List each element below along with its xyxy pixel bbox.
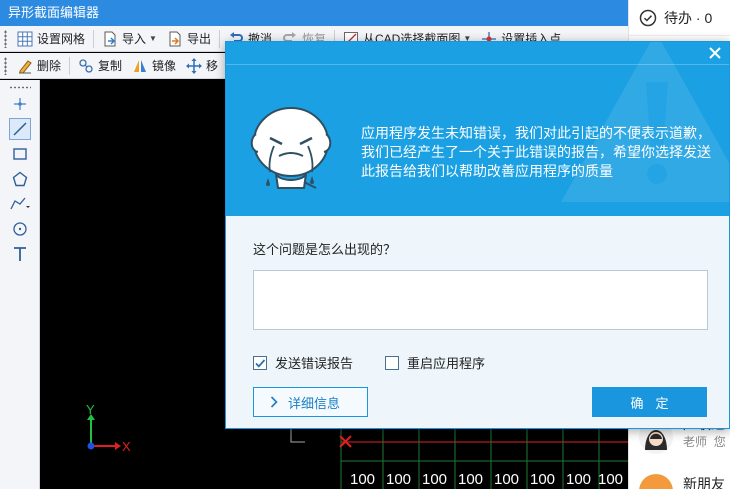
circle-tool-button[interactable] [9, 218, 31, 240]
copy-button[interactable]: 复制 [73, 55, 127, 77]
mirror-icon [132, 58, 148, 74]
ruler-labels: 100 100 100 100 100 100 100 100 [350, 471, 623, 488]
checkbox-box[interactable] [385, 355, 399, 370]
toolbar-separator [93, 29, 95, 48]
delete-icon [17, 58, 33, 74]
point-tool-button[interactable] [9, 93, 31, 115]
ruler-label: 100 [530, 471, 555, 488]
polyline-tool-button[interactable] [9, 193, 31, 215]
error-message: 应用程序发生未知错误，我们对此引起的不便表示道歉，我们已经产生了一个关于此错误的… [361, 125, 711, 179]
grid-settings-label: 设置网格 [37, 32, 86, 46]
import-icon [102, 31, 118, 47]
toolbar-grip[interactable] [4, 29, 7, 48]
mirror-button[interactable]: 镜像 [127, 55, 181, 77]
export-icon [167, 31, 183, 47]
move-button[interactable]: 移 [181, 55, 223, 77]
export-button[interactable]: 导出 [162, 28, 216, 50]
toolbar-separator [69, 56, 71, 75]
ok-button[interactable]: 确定 [592, 387, 707, 417]
ruler-label: 100 [386, 471, 411, 488]
contact-subtitle: 老师 您 [683, 433, 726, 450]
line-tool-icon [13, 122, 27, 136]
point-tool-icon [14, 98, 26, 110]
move-icon [186, 57, 203, 74]
check-circle-icon [639, 9, 657, 26]
polygon-tool-icon [12, 171, 28, 187]
axis-x-label: X [122, 439, 131, 454]
ruler-label: 100 [458, 471, 483, 488]
rect-tool-icon [13, 148, 27, 160]
contact-preview: 您 [713, 434, 726, 449]
contact-item[interactable]: 新朋友 [639, 474, 725, 489]
copy-label: 复制 [98, 59, 123, 73]
checkbox-box[interactable] [253, 355, 267, 370]
toolbar-separator [218, 29, 220, 48]
problem-description-input[interactable] [253, 270, 708, 330]
text-tool-icon [14, 247, 26, 261]
contact-role: 老师 [683, 434, 708, 449]
ruler-label: 100 [350, 471, 375, 488]
dialog-header: 应用程序发生未知错误，我们对此引起的不便表示道歉，我们已经产生了一个关于此错误的… [226, 42, 729, 216]
crying-mascot-icon [250, 107, 332, 189]
import-label: 导入 [122, 32, 147, 46]
ruler-label: 100 [598, 471, 623, 488]
import-button[interactable]: 导入 ▼ [97, 28, 162, 50]
send-report-label: 发送错误报告 [275, 356, 354, 371]
polygon-tool-button[interactable] [9, 168, 31, 190]
axis-y-label: Y [86, 402, 95, 417]
todo-counter[interactable]: 待办 · 0 [629, 0, 730, 36]
line-tool-button[interactable] [9, 118, 31, 140]
grid-settings-button[interactable]: 设置网格 [12, 28, 90, 50]
window-title: 异形截面编辑器 [0, 0, 628, 26]
todo-label: 待办 · 0 [664, 9, 713, 26]
chevron-right-icon [270, 396, 278, 408]
details-label: 详细信息 [288, 395, 341, 411]
new-friend-avatar [639, 474, 673, 489]
send-report-checkbox[interactable]: 发送错误报告 [253, 353, 353, 372]
text-tool-button[interactable] [9, 243, 31, 265]
close-button[interactable] [707, 45, 723, 61]
ruler-label: 100 [566, 471, 591, 488]
grid-icon [17, 31, 33, 47]
checkmark-icon [255, 358, 266, 368]
error-report-dialog: 应用程序发生未知错误，我们对此引起的不便表示道歉，我们已经产生了一个关于此错误的… [225, 41, 730, 429]
axis-indicator: Y X [86, 402, 131, 454]
restart-app-checkbox[interactable]: 重启应用程序 [385, 353, 485, 372]
mirror-label: 镜像 [152, 59, 177, 73]
copy-icon [78, 58, 94, 74]
contact-name: 新朋友 [683, 475, 725, 489]
close-icon [709, 47, 721, 59]
ruler-label: 100 [422, 471, 447, 488]
export-label: 导出 [186, 32, 211, 46]
toolbar-grip[interactable] [4, 56, 7, 75]
circle-tool-icon [13, 222, 27, 236]
toolbox-grip[interactable] [9, 86, 31, 89]
polyline-tool-icon [10, 197, 30, 210]
ruler-label: 100 [494, 471, 519, 488]
delete-button[interactable]: 删除 [12, 55, 66, 77]
delete-label: 删除 [37, 59, 62, 73]
drawing-toolbox [0, 80, 40, 489]
rect-tool-button[interactable] [9, 143, 31, 165]
chevron-down-icon[interactable]: ▼ [149, 34, 157, 43]
details-button[interactable]: 详细信息 [253, 387, 368, 417]
question-label: 这个问题是怎么出现的？ [253, 242, 397, 257]
restart-app-label: 重启应用程序 [407, 356, 486, 371]
move-label: 移 [206, 59, 219, 73]
